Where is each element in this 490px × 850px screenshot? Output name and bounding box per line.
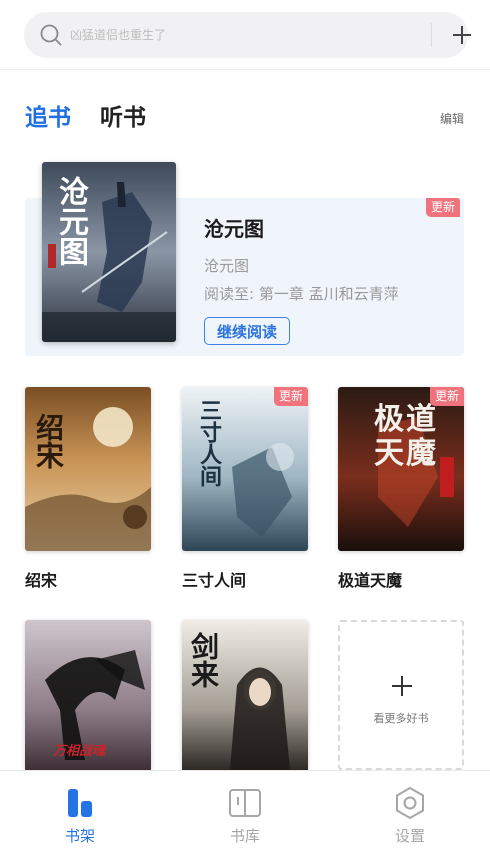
- featured-book-cover[interactable]: 沧元图: [42, 162, 176, 342]
- book-cover[interactable]: 绍宋: [25, 387, 151, 551]
- nav-label: 书架: [64, 827, 95, 845]
- featured-book-title: 沧元图: [204, 217, 264, 241]
- book-title: 三寸人间: [182, 571, 247, 590]
- featured-cover-title: 沧元图: [53, 176, 88, 266]
- update-badge: 更新: [273, 387, 308, 406]
- book-cover-art: [25, 387, 151, 551]
- search-divider: [431, 23, 432, 47]
- reading-progress: 阅读至: 第一章 孟川和云青萍: [204, 285, 399, 303]
- nav-library[interactable]: 书库: [205, 783, 285, 849]
- book-cover-title: 极道天魔: [374, 402, 438, 471]
- search-input[interactable]: [70, 22, 410, 48]
- nav-label: 书库: [229, 827, 260, 845]
- book-cover-title: 万相战魂: [53, 744, 106, 759]
- book-title: 绍宋: [25, 571, 58, 590]
- plus-icon: [453, 26, 471, 44]
- tab-audio-books[interactable]: 听书: [100, 101, 146, 135]
- nav-settings[interactable]: 设置: [370, 783, 450, 849]
- book-cover[interactable]: 剑来: [182, 620, 308, 770]
- plus-icon: [392, 676, 412, 696]
- update-badge: 更新: [426, 198, 461, 217]
- book-cover[interactable]: 极道天魔 更新: [338, 387, 464, 551]
- book-cover[interactable]: 万相战魂: [25, 620, 151, 770]
- bookshelf-icon: [68, 789, 92, 817]
- add-book-button[interactable]: [444, 18, 480, 52]
- book-cover-title: 三寸人间: [196, 399, 222, 487]
- more-books-label: 看更多好书: [373, 712, 429, 725]
- update-badge: 更新: [429, 387, 464, 406]
- tab-follow-books[interactable]: 追书: [25, 101, 71, 135]
- bottom-nav: 书架 书库 设置: [0, 770, 490, 850]
- more-books-button[interactable]: 看更多好书: [338, 620, 464, 770]
- featured-book-author: 沧元图: [204, 257, 250, 275]
- book-library-icon: [229, 789, 261, 817]
- book-cover[interactable]: 三寸人间 更新: [182, 387, 308, 551]
- nav-label: 设置: [394, 827, 425, 845]
- book-cover-title: 剑来: [187, 632, 220, 688]
- book-cover-title: 绍宋: [32, 413, 65, 469]
- search-bar[interactable]: [24, 12, 471, 58]
- search-header: [0, 0, 490, 70]
- search-icon: [40, 24, 62, 46]
- nav-bookshelf[interactable]: 书架: [40, 783, 120, 849]
- book-title: 极道天魔: [338, 571, 403, 590]
- edit-button[interactable]: 编辑: [440, 110, 464, 127]
- continue-reading-button[interactable]: 继续阅读: [204, 317, 290, 345]
- settings-hexagon-icon: [396, 786, 424, 820]
